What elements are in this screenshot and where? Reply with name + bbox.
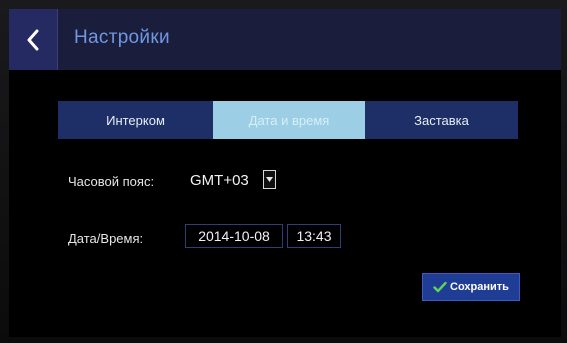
save-button[interactable]: Сохранить: [422, 273, 520, 301]
chevron-left-icon: [27, 29, 39, 50]
timezone-dropdown-button[interactable]: [263, 170, 276, 189]
page-title: Настройки: [74, 27, 170, 48]
timezone-select[interactable]: GMT+03: [190, 172, 249, 189]
tab-bar: Интерком Дата и время Заставка: [58, 101, 518, 139]
timezone-label: Часовой пояс:: [68, 174, 155, 189]
screen: Настройки Интерком Дата и время Заставка…: [9, 9, 561, 337]
date-field[interactable]: 2014-10-08: [185, 224, 283, 248]
save-button-label: Сохранить: [450, 281, 509, 293]
header-bar: Настройки: [9, 9, 561, 70]
tab-date-time[interactable]: Дата и время: [213, 101, 365, 139]
check-icon: [433, 281, 447, 293]
datetime-label: Дата/Время:: [68, 231, 144, 246]
dropdown-arrow-icon: [266, 177, 273, 182]
tab-screensaver[interactable]: Заставка: [365, 101, 518, 139]
back-button[interactable]: [9, 9, 57, 70]
time-field[interactable]: 13:43: [287, 224, 341, 248]
tab-intercom[interactable]: Интерком: [58, 101, 213, 139]
header-divider: [57, 9, 58, 70]
